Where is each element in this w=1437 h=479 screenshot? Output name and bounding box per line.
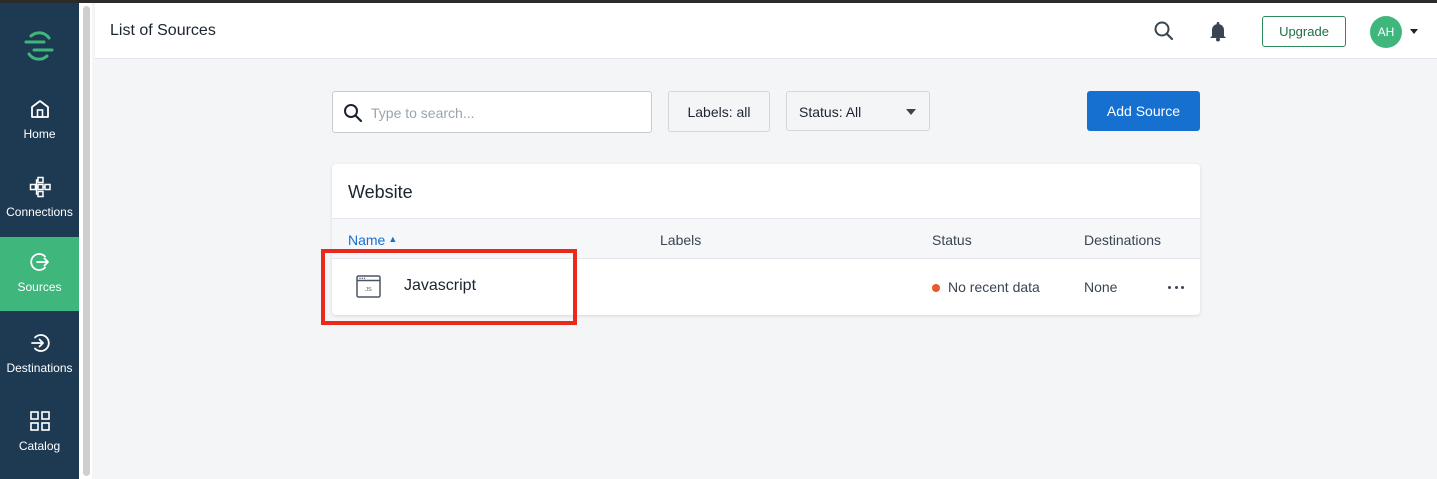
column-header-name[interactable]: Name ▲ [348, 232, 397, 248]
search-icon[interactable] [1153, 20, 1175, 42]
column-header-labels: Labels [660, 232, 702, 248]
source-destinations: None [1084, 279, 1118, 295]
sidebar: Home Connections Sources Destinations Ca… [0, 3, 79, 479]
highlight-box [321, 249, 577, 325]
page-title: List of Sources [110, 22, 216, 39]
sidebar-item-label: Connections [6, 205, 73, 219]
destinations-icon [30, 334, 50, 352]
add-source-button[interactable]: Add Source [1087, 91, 1200, 131]
sources-icon [29, 253, 49, 271]
status-filter-value: Status: All [799, 104, 862, 120]
status-filter-select[interactable]: Status: All [786, 91, 930, 131]
sidebar-item-label: Sources [17, 280, 62, 294]
column-header-status: Status [932, 232, 972, 248]
avatar[interactable]: AH [1370, 16, 1402, 48]
top-header: List of Sources Upgrade AH [95, 3, 1437, 59]
connections-icon [29, 176, 51, 198]
upgrade-button[interactable]: Upgrade [1262, 16, 1346, 47]
more-options-icon[interactable] [1168, 278, 1184, 296]
search-box [332, 91, 652, 133]
catalog-icon [29, 411, 50, 431]
home-icon [30, 100, 49, 118]
sidebar-item-connections[interactable]: Connections [0, 162, 79, 236]
chevron-down-icon[interactable] [1410, 29, 1418, 34]
scrollbar-thumb[interactable] [83, 6, 90, 476]
sidebar-item-label: Home [23, 127, 56, 141]
sort-asc-icon: ▲ [388, 234, 398, 244]
sidebar-item-catalog[interactable]: Catalog [0, 396, 79, 470]
sidebar-item-label: Catalog [18, 439, 61, 453]
chevron-down-icon [906, 109, 916, 115]
sidebar-item-sources[interactable]: Sources [0, 237, 79, 311]
sidebar-item-label: Destinations [6, 361, 73, 375]
card-title: Website [348, 182, 413, 202]
labels-filter-button[interactable]: Labels: all [668, 91, 770, 132]
source-status: No recent data [948, 279, 1040, 295]
bell-icon[interactable] [1207, 20, 1229, 42]
status-dot-icon [932, 284, 940, 292]
sidebar-item-destinations[interactable]: Destinations [0, 318, 79, 392]
search-input[interactable] [371, 100, 641, 126]
segment-logo-icon[interactable] [22, 29, 56, 63]
column-header-label: Name [348, 232, 386, 248]
search-icon [344, 104, 363, 123]
sidebar-item-home[interactable]: Home [0, 84, 79, 158]
column-header-destinations: Destinations [1084, 232, 1162, 248]
